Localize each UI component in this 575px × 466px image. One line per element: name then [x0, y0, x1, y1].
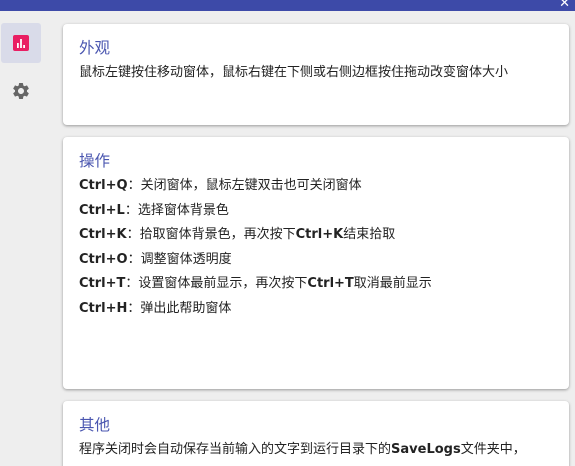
shortcut-desc: ：选择窗体背景色 — [124, 202, 229, 218]
other-text-before: 程序关闭时会自动保存当前输入的文字到运行目录下的 — [79, 442, 392, 457]
appearance-title: 外观 — [79, 39, 111, 57]
sidebar-item-help[interactable] — [1, 23, 41, 63]
title-bar: ✕ — [0, 0, 575, 11]
operations-title: 操作 — [79, 152, 111, 170]
shortcut-key: Ctrl+Q — [79, 178, 128, 193]
appearance-text: 鼠标左键按住移动窗体，鼠标右键在下侧或右侧边框按住拖动改变窗体大小 — [79, 65, 509, 80]
shortcut-key: Ctrl+H — [79, 300, 128, 316]
savelogs-folder-name: SaveLogs — [391, 442, 461, 457]
shortcut-desc-secondary: 取消最前显示 — [353, 276, 432, 292]
other-text: 程序关闭时会自动保存当前输入的文字到运行目录下的SaveLogs文件夹中， — [79, 441, 569, 459]
shortcut-desc: ：关闭窗体，鼠标左键双击也可关闭窗体 — [127, 178, 362, 193]
shortcut-key-secondary: Ctrl+K — [295, 227, 344, 243]
shortcut-row: Ctrl+O：调整窗体透明度 — [79, 251, 569, 276]
shortcut-row: Ctrl+H：弹出此帮助窗体 — [79, 300, 569, 325]
operations-card: 操作 Ctrl+Q：关闭窗体，鼠标左键双击也可关闭窗体 Ctrl+L：选择窗体背… — [63, 137, 569, 389]
shortcut-desc: ：调整窗体透明度 — [127, 251, 232, 267]
other-title: 其他 — [79, 416, 111, 434]
shortcut-desc: ：弹出此帮助窗体 — [127, 300, 232, 316]
shortcut-key: Ctrl+O — [79, 251, 128, 267]
shortcut-key: Ctrl+T — [79, 276, 126, 292]
shortcut-key: Ctrl+K — [79, 227, 127, 243]
help-content[interactable]: 外观 鼠标左键按住移动窗体，鼠标右键在下侧或右侧边框按住拖动改变窗体大小 操作 … — [53, 11, 575, 466]
shortcut-desc-secondary: 结束拾取 — [343, 227, 396, 243]
close-icon[interactable]: ✕ — [559, 0, 570, 10]
shortcut-key: Ctrl+L — [79, 202, 125, 218]
shortcut-row: Ctrl+Q：关闭窗体，鼠标左键双击也可关闭窗体 — [79, 177, 569, 202]
sidebar-item-settings[interactable] — [1, 71, 41, 111]
appearance-card: 外观 鼠标左键按住移动窗体，鼠标右键在下侧或右侧边框按住拖动改变窗体大小 — [63, 24, 569, 125]
sidebar — [0, 11, 47, 466]
gear-icon — [13, 83, 29, 99]
other-text-after: 文件夹中， — [460, 442, 526, 457]
shortcut-list: Ctrl+Q：关闭窗体，鼠标左键双击也可关闭窗体 Ctrl+L：选择窗体背景色 … — [79, 177, 569, 325]
shortcut-row: Ctrl+T：设置窗体最前显示，再次按下Ctrl+T取消最前显示 — [79, 275, 569, 300]
shortcut-row: Ctrl+L：选择窗体背景色 — [79, 202, 569, 227]
shortcut-row: Ctrl+K：拾取窗体背景色，再次按下Ctrl+K结束拾取 — [79, 226, 569, 251]
shortcut-desc: ：设置窗体最前显示，再次按下 — [125, 276, 308, 292]
shortcut-desc: ：拾取窗体背景色，再次按下 — [126, 227, 296, 243]
shortcut-key-secondary: Ctrl+T — [307, 276, 354, 292]
other-card: 其他 程序关闭时会自动保存当前输入的文字到运行目录下的SaveLogs文件夹中， — [63, 401, 569, 466]
bar-chart-icon — [13, 35, 29, 51]
